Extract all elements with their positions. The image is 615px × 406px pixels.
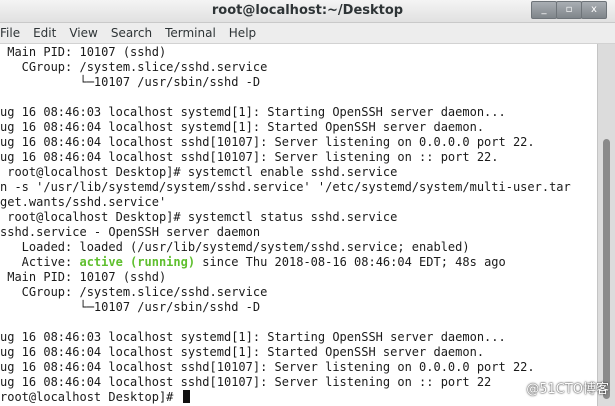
window-title: root@localhost:~/Desktop: [211, 3, 404, 18]
menu-edit[interactable]: Edit: [33, 26, 56, 40]
terminal-line: CGroup: /system.slice/sshd.service: [0, 285, 571, 300]
terminal-text: n -s '/usr/lib/systemd/system/sshd.servi…: [0, 180, 571, 194]
terminal-text: Loaded: loaded (/usr/lib/systemd/system/…: [0, 240, 470, 254]
terminal-text: root@localhost Desktop]# systemctl statu…: [0, 210, 398, 224]
terminal-line: ug 16 08:46:04 localhost sshd[10107]: Se…: [0, 360, 571, 375]
terminal-text: root@localhost Desktop]# systemctl enabl…: [0, 165, 398, 179]
terminal-output[interactable]: Main PID: 10107 (sshd) CGroup: /system.s…: [0, 44, 597, 406]
menu-search[interactable]: Search: [111, 26, 152, 40]
terminal-text: ug 16 08:46:03 localhost systemd[1]: Sta…: [0, 105, 506, 119]
terminal-line: Loaded: loaded (/usr/lib/systemd/system/…: [0, 240, 571, 255]
terminal-line: sshd.service - OpenSSH server daemon: [0, 225, 571, 240]
terminal-text: ug 16 08:46:04 localhost sshd[10107]: Se…: [0, 135, 535, 149]
terminal-line: └─10107 /usr/sbin/sshd -D: [0, 300, 571, 315]
terminal-line: get.wants/sshd.service': [0, 195, 571, 210]
terminal-line: root@localhost Desktop]# systemctl enabl…: [0, 165, 571, 180]
window-controls: _ ▫ x: [531, 1, 607, 19]
terminal-text: Main PID: 10107 (sshd): [0, 45, 167, 59]
menu-help[interactable]: Help: [229, 26, 256, 40]
close-button[interactable]: x: [581, 1, 607, 19]
terminal-text: ug 16 08:46:04 localhost sshd[10107]: Se…: [0, 150, 499, 164]
service-active-status: active (running): [79, 255, 196, 269]
terminal-lines: Main PID: 10107 (sshd) CGroup: /system.s…: [0, 45, 571, 405]
terminal-text: └─10107 /usr/sbin/sshd -D: [0, 300, 261, 314]
terminal-cursor: [182, 390, 190, 403]
terminal-line: └─10107 /usr/sbin/sshd -D: [0, 75, 571, 90]
terminal-text: Main PID: 10107 (sshd): [0, 270, 167, 284]
terminal-text: since Thu 2018-08-16 08:46:04 EDT; 48s a…: [195, 255, 506, 269]
terminal-line: Main PID: 10107 (sshd): [0, 270, 571, 285]
terminal-window: root@localhost:~/Desktop _ ▫ x File Edit…: [0, 0, 615, 406]
menu-bar: File Edit View Search Terminal Help: [0, 23, 615, 44]
terminal-line: n -s '/usr/lib/systemd/system/sshd.servi…: [0, 180, 571, 195]
vertical-scrollbar[interactable]: [597, 44, 615, 406]
terminal-line: CGroup: /system.slice/sshd.service: [0, 60, 571, 75]
terminal-line: root@localhost Desktop]# systemctl statu…: [0, 210, 571, 225]
terminal-text: get.wants/sshd.service': [0, 195, 167, 209]
terminal-line: ug 16 08:46:04 localhost systemd[1]: Sta…: [0, 120, 571, 135]
terminal-text: root@localhost Desktop]#: [0, 390, 181, 404]
terminal-text: sshd.service - OpenSSH server daemon: [0, 225, 261, 239]
terminal-line: ug 16 08:46:04 localhost sshd[10107]: Se…: [0, 150, 571, 165]
menu-terminal[interactable]: Terminal: [165, 26, 216, 40]
menu-file[interactable]: File: [0, 26, 20, 40]
terminal-text: Active:: [0, 255, 80, 269]
watermark-text: @51CTO博客: [526, 382, 609, 397]
title-bar[interactable]: root@localhost:~/Desktop _ ▫ x: [0, 0, 615, 23]
terminal-text: ug 16 08:46:04 localhost systemd[1]: Sta…: [0, 120, 485, 134]
terminal-line: ug 16 08:46:03 localhost systemd[1]: Sta…: [0, 105, 571, 120]
maximize-button[interactable]: ▫: [556, 1, 582, 19]
terminal-text: CGroup: /system.slice/sshd.service: [0, 60, 268, 74]
scrollbar-thumb[interactable]: [603, 139, 610, 399]
terminal-text: ug 16 08:46:04 localhost systemd[1]: Sta…: [0, 345, 485, 359]
terminal-line: ug 16 08:46:04 localhost systemd[1]: Sta…: [0, 345, 571, 360]
terminal-line: ug 16 08:46:03 localhost systemd[1]: Sta…: [0, 330, 571, 345]
terminal-text: └─10107 /usr/sbin/sshd -D: [0, 75, 261, 89]
minimize-button[interactable]: _: [531, 1, 557, 19]
terminal-text: ug 16 08:46:03 localhost systemd[1]: Sta…: [0, 330, 506, 344]
terminal-line: Active: active (running) since Thu 2018-…: [0, 255, 571, 270]
terminal-line: Main PID: 10107 (sshd): [0, 45, 571, 60]
terminal-line: ug 16 08:46:04 localhost sshd[10107]: Se…: [0, 135, 571, 150]
terminal-text: CGroup: /system.slice/sshd.service: [0, 285, 268, 299]
terminal-text: ug 16 08:46:04 localhost sshd[10107]: Se…: [0, 375, 492, 389]
terminal-line: ug 16 08:46:04 localhost sshd[10107]: Se…: [0, 375, 571, 390]
terminal-line: root@localhost Desktop]#: [0, 390, 571, 405]
terminal-text: ug 16 08:46:04 localhost sshd[10107]: Se…: [0, 360, 535, 374]
menu-view[interactable]: View: [69, 26, 97, 40]
